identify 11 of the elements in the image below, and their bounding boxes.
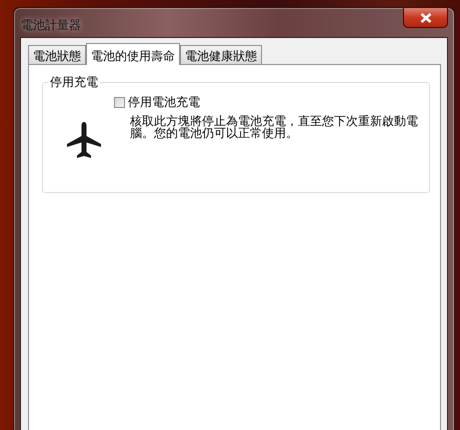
close-button[interactable] — [403, 8, 448, 28]
checkbox[interactable] — [114, 96, 125, 108]
close-icon — [420, 12, 432, 22]
tab[interactable]: 電池狀態 — [28, 45, 86, 64]
disable-charging-checkbox[interactable]: 停用電池充電 — [114, 95, 426, 109]
airplane-icon — [66, 122, 102, 160]
window-title: 電池計量器 — [21, 17, 81, 34]
description-text: 核取此方塊將停止為電池充電，直至您下次重新啟動電腦。您的電池仍可以正常使用。 — [130, 115, 419, 139]
group-title: 停用充電 — [48, 75, 100, 89]
tab[interactable]: 電池的使用壽命 — [86, 43, 180, 65]
tab[interactable]: 電池健康狀態 — [180, 45, 262, 64]
